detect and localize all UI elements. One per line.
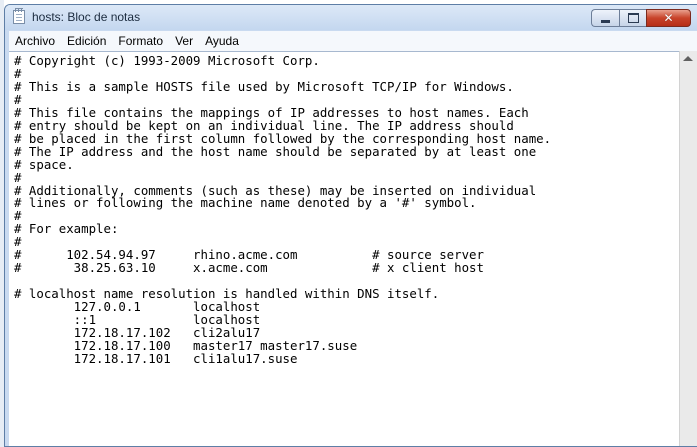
editor-content[interactable]: # Copyright (c) 1993-2009 Microsoft Corp…: [9, 52, 697, 366]
menu-ver[interactable]: Ver: [169, 31, 199, 51]
editor-line: # 38.25.63.10 x.acme.com # x client host: [14, 260, 484, 276]
window-title: hosts: Bloc de notas: [32, 10, 141, 24]
menu-archivo[interactable]: Archivo: [9, 31, 61, 51]
editor-line: # For example:: [14, 221, 119, 237]
caption-buttons: ✕: [591, 9, 691, 28]
notepad-window: hosts: Bloc de notas ✕ Archivo Edición F…: [4, 4, 697, 447]
editor-line: # Copyright (c) 1993-2009 Microsoft Corp…: [14, 53, 320, 68]
menu-formato[interactable]: Formato: [112, 31, 169, 51]
editor-line: # This is a sample HOSTS file used by Mi…: [14, 78, 514, 94]
menu-ayuda[interactable]: Ayuda: [199, 31, 245, 51]
editor-line: 172.18.17.101 cli1alu17.suse: [14, 350, 298, 366]
menu-bar: Archivo Edición Formato Ver Ayuda: [9, 31, 697, 51]
vertical-scrollbar[interactable]: [679, 51, 697, 446]
text-editor[interactable]: # Copyright (c) 1993-2009 Microsoft Corp…: [9, 51, 697, 446]
close-button[interactable]: ✕: [646, 9, 691, 27]
maximize-icon: [627, 13, 639, 23]
editor-line: # space.: [14, 156, 74, 172]
title-bar[interactable]: hosts: Bloc de notas ✕: [5, 5, 697, 30]
maximize-button[interactable]: [619, 9, 646, 27]
minimize-icon: [601, 19, 610, 23]
notepad-icon[interactable]: [13, 8, 25, 24]
scroll-up-icon[interactable]: [683, 56, 693, 61]
menu-edicion[interactable]: Edición: [61, 31, 112, 51]
editor-line: # lines or following the machine name de…: [14, 195, 477, 211]
minimize-button[interactable]: [591, 9, 619, 27]
editor-line: # The IP address and the host name shoul…: [14, 143, 537, 159]
close-icon: ✕: [663, 11, 674, 25]
